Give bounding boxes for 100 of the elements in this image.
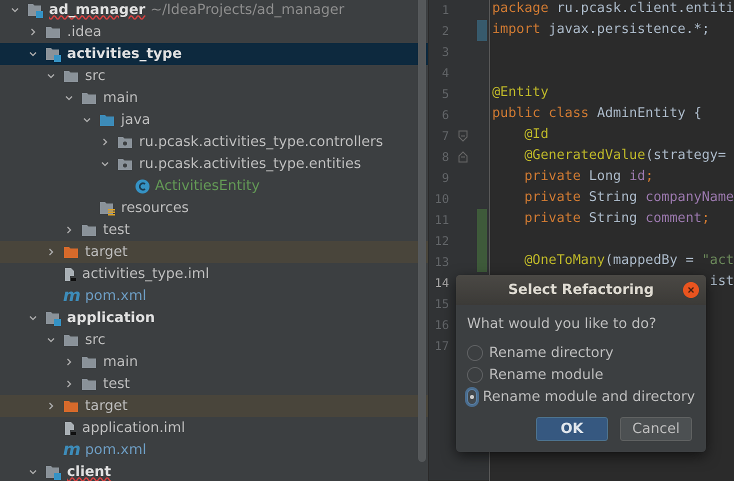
tree-item[interactable]: resources [0,197,428,219]
radio-option[interactable]: Rename directory [467,342,695,364]
folder-icon [81,355,98,369]
excluded-folder-icon [63,399,80,413]
radio-option[interactable]: Rename module [467,364,695,386]
code-line: package ru.pcask.client.entiti [492,0,734,18]
radio-button[interactable] [467,367,483,383]
folder-icon [81,223,98,237]
code-line: @GeneratedValue(strategy= [524,147,727,166]
option-label: Rename module and directory [482,388,695,406]
chevron-right-icon[interactable] [28,27,38,37]
tree-item[interactable]: target [0,395,428,417]
cancel-button[interactable]: Cancel [620,417,692,441]
tree-item[interactable]: m pom.xml [0,439,428,461]
module-folder-icon [45,310,62,326]
tree-item[interactable]: client [0,461,428,481]
tree-item[interactable]: ActivitiesEntity [0,175,428,197]
tree-item[interactable]: src [0,329,428,351]
item-label: test [103,374,130,394]
chevron-down-icon[interactable] [64,93,74,103]
tree-item[interactable]: src [0,65,428,87]
source-folder-icon [99,113,116,127]
module-file-icon [63,266,77,282]
option-label: Rename module [489,366,604,384]
tree-item[interactable]: application [0,307,428,329]
fold-start-icon[interactable] [458,130,468,142]
item-label: ru.pcask.activities_type.entities [139,154,362,174]
module-folder-icon [45,46,62,62]
folder-icon [63,333,80,347]
item-label: activities_type [67,44,182,64]
chevron-down-icon[interactable] [100,159,110,169]
tree-item[interactable]: test [0,219,428,241]
item-label: ActivitiesEntity [155,176,260,196]
chevron-right-icon[interactable] [64,357,74,367]
chevron-down-icon[interactable] [28,313,38,323]
folder-icon [45,25,62,39]
tree-item[interactable]: main [0,87,428,109]
item-label: client [67,462,112,481]
code-line: ist [710,273,734,292]
tree-item[interactable]: target [0,241,428,263]
tree-item[interactable]: application.iml [0,417,428,439]
tree-item[interactable]: activities_type [0,43,428,65]
tree-item[interactable]: .idea [0,21,428,43]
class-icon [135,178,150,194]
code-line: private Long id; [524,168,654,186]
folder-icon [81,377,98,391]
chevron-right-icon[interactable] [64,379,74,389]
item-label: ru.pcask.activities_type.controllers [139,132,384,152]
option-label: Rename directory [489,344,614,362]
radio-option[interactable]: Rename module and directory [467,386,695,408]
chevron-down-icon[interactable] [10,5,20,15]
code-line: @Id [524,126,549,144]
chevron-down-icon[interactable] [28,467,38,477]
item-label: java [121,110,150,130]
module-file-icon [63,420,77,436]
chevron-down-icon[interactable] [82,115,92,125]
dialog-title: Select Refactoring [508,280,654,300]
radio-button[interactable] [467,389,477,405]
item-label: src [85,66,106,86]
chevron-right-icon[interactable] [46,247,56,257]
chevron-right-icon[interactable] [100,137,110,147]
item-label: activities_type.iml [82,264,210,284]
tree-item[interactable]: java [0,109,428,131]
excluded-folder-icon [63,245,80,259]
tree-item[interactable]: m pom.xml [0,285,428,307]
dialog-question: What would you like to do? [467,315,658,334]
radio-button[interactable] [467,345,483,361]
code-line: public class AdminEntity { [492,105,702,124]
package-icon [117,157,134,171]
tree-item[interactable]: main [0,351,428,373]
code-line: private String companyName [524,189,734,208]
chevron-right-icon[interactable] [46,401,56,411]
chevron-right-icon[interactable] [64,225,74,235]
chevron-down-icon[interactable] [46,71,56,81]
item-label: ad_manager [49,0,146,20]
item-label: target [85,396,128,416]
item-label: pom.xml [85,440,146,460]
chevron-down-icon[interactable] [46,335,56,345]
item-label: application [67,308,155,328]
tree-item[interactable]: ad_manager ~/IdeaProjects/ad_manager [0,0,428,21]
module-folder-icon [27,2,44,18]
item-label: target [85,242,128,262]
line-number: 14 [434,274,450,292]
tree-item[interactable]: ru.pcask.activities_type.controllers [0,131,428,153]
ok-button[interactable]: OK [536,417,608,441]
code-line: import javax.persistence.*; [492,21,710,40]
item-label: test [103,220,130,240]
maven-icon: m [63,442,80,458]
tree-item[interactable]: ru.pcask.activities_type.entities [0,153,428,175]
folder-icon [81,91,98,105]
item-label: pom.xml [85,286,146,306]
close-icon[interactable] [683,282,699,298]
tree-item[interactable]: test [0,373,428,395]
tree-item[interactable]: activities_type.iml [0,263,428,285]
item-label: resources [121,198,189,218]
item-label: application.iml [82,418,186,438]
code-line: private String comment; [524,210,710,228]
chevron-down-icon[interactable] [28,49,38,59]
code-line: @Entity [492,84,549,102]
scrollbar[interactable] [418,0,426,462]
